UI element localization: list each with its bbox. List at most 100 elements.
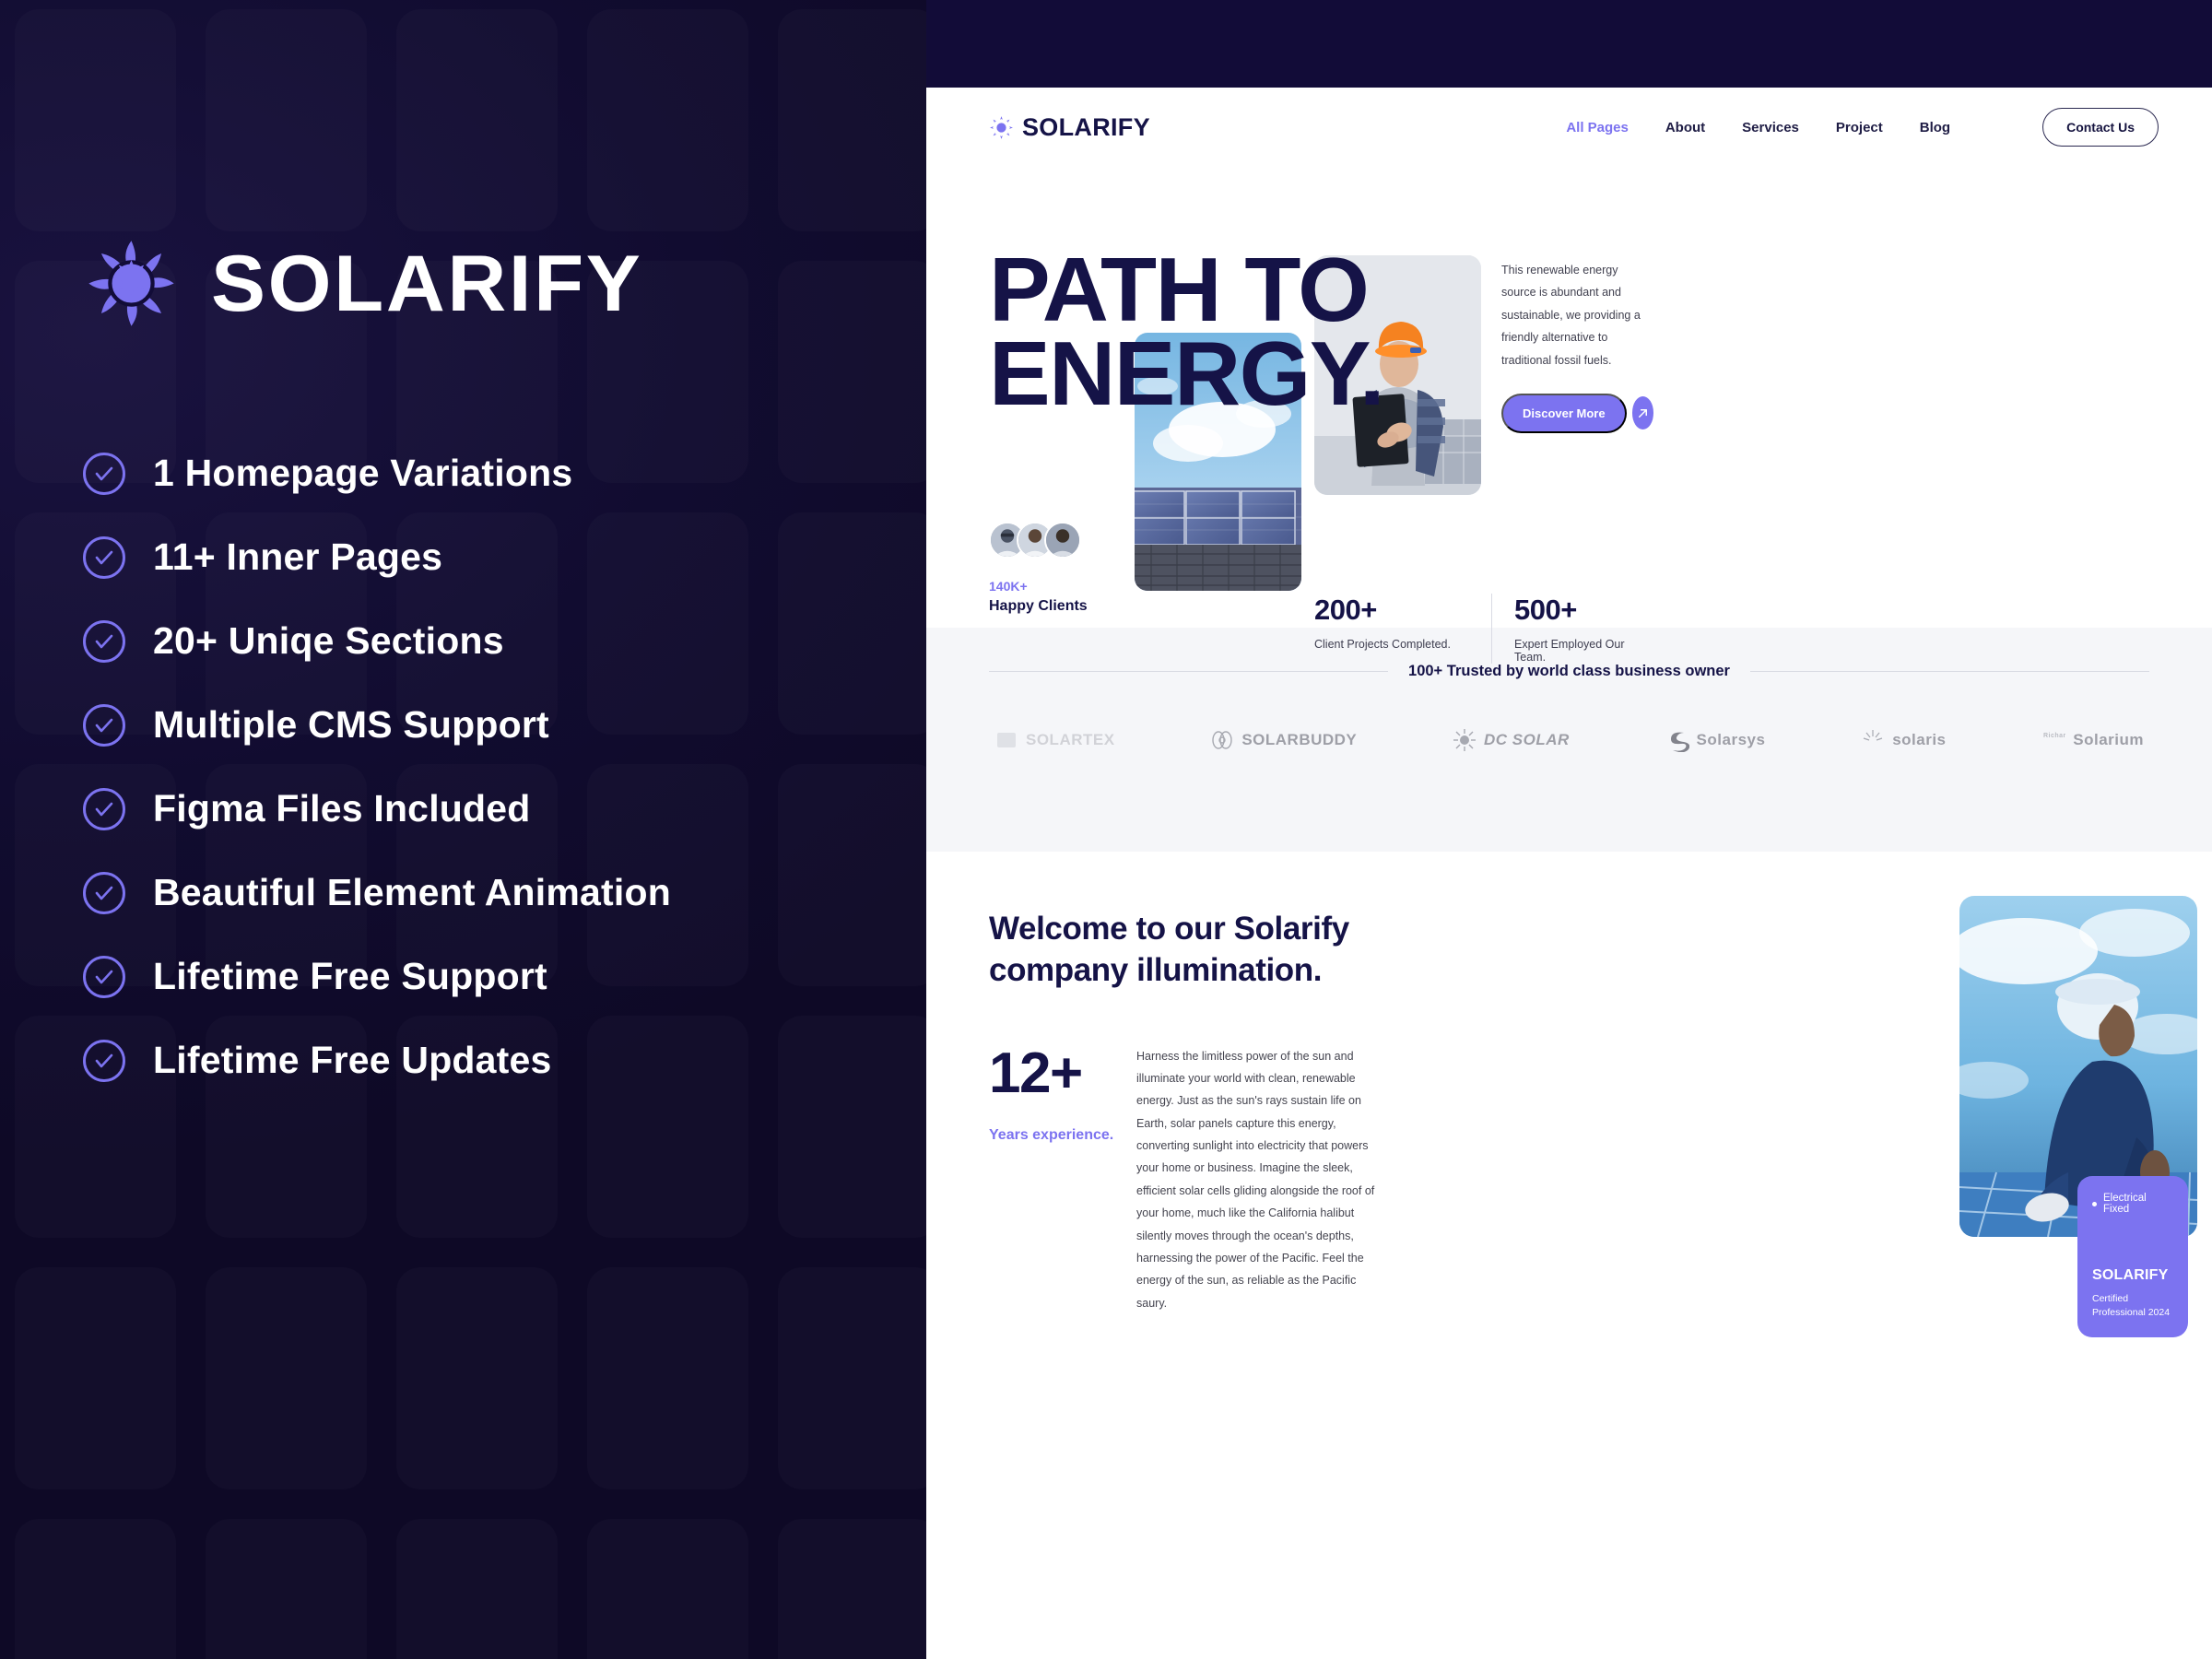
- stat-value: 200+: [1314, 594, 1377, 626]
- feature-item: Lifetime Free Updates: [83, 1018, 926, 1102]
- feature-label: Lifetime Free Support: [153, 955, 547, 997]
- client-logo: solaris: [1861, 728, 1946, 752]
- brand-mark-icon: [1861, 728, 1885, 752]
- hero-footer-row: 140K+ Happy Clients 200+ Client Projects …: [989, 522, 2159, 664]
- badge-tag-row: Electrical Fixed: [2092, 1193, 2173, 1215]
- welcome-section: Welcome to our Solarify company illumina…: [926, 852, 2212, 1337]
- feature-item: Lifetime Free Support: [83, 935, 926, 1018]
- happy-clients-block: 140K+ Happy Clients: [989, 522, 1135, 615]
- trusted-title: 100+ Trusted by world class business own…: [1408, 663, 1730, 679]
- feature-label: 11+ Inner Pages: [153, 535, 443, 578]
- client-logo-name: SOLARTEX: [1026, 731, 1115, 748]
- feature-item: Beautiful Element Animation: [83, 851, 926, 935]
- promo-panel: SOLARIFY 1 Homepage Variations 11+ Inner …: [0, 0, 926, 1659]
- stat-value: 500+: [1514, 594, 1577, 626]
- trusted-heading-row: 100+ Trusted by world class business own…: [989, 663, 2149, 680]
- grid-cell: [396, 1519, 558, 1659]
- stat-item: 200+ Client Projects Completed.: [1314, 594, 1473, 651]
- brand-mark-icon: [1210, 728, 1234, 752]
- client-logo-row: SOLARTEX SOLARBUDDY DC SOLAR Solarsys solari…: [989, 728, 2149, 753]
- clients-count: 140K+: [989, 579, 1028, 594]
- feature-item: 11+ Inner Pages: [83, 515, 926, 599]
- client-logo: SOLARBUDDY: [1210, 728, 1357, 752]
- svg-text:Richard: Richard: [2043, 733, 2065, 739]
- feature-list: 1 Homepage Variations 11+ Inner Pages 20+ …: [83, 431, 926, 1102]
- client-avatars: [989, 522, 1135, 559]
- check-circle-icon: [83, 703, 125, 747]
- promo-brand: SOLARIFY: [83, 235, 926, 332]
- hero-section: PATH TO ENERGY. This renewable energy so…: [926, 167, 2212, 664]
- check-circle-icon: [83, 1039, 125, 1082]
- avatar: [1044, 522, 1081, 559]
- contact-us-button[interactable]: Contact Us: [2042, 108, 2159, 147]
- feature-item: 20+ Uniqe Sections: [83, 599, 926, 683]
- grid-cell: [778, 1267, 926, 1489]
- client-logo: Richard Solarium: [2041, 728, 2144, 752]
- stat-item: 500+ Expert Employed Our Team.: [1491, 594, 1650, 664]
- website-mockup: SOLARIFY All Pages About Services Project Bl…: [926, 88, 2212, 1659]
- stat-caption: Expert Employed Our Team.: [1514, 638, 1625, 664]
- check-circle-icon: [83, 619, 125, 663]
- site-header: SOLARIFY All Pages About Services Project Bl…: [926, 88, 2212, 167]
- site-logo-text: SOLARIFY: [1022, 112, 1150, 141]
- grid-cell: [15, 1267, 176, 1489]
- feature-item: 1 Homepage Variations: [83, 431, 926, 515]
- feature-label: Lifetime Free Updates: [153, 1039, 552, 1081]
- site-logo[interactable]: SOLARIFY: [989, 113, 1150, 142]
- badge-brand: SOLARIFY: [2092, 1266, 2169, 1283]
- grid-cell: [206, 1519, 367, 1659]
- divider: [1749, 671, 2149, 672]
- divider: [989, 671, 1389, 672]
- nav-link-services[interactable]: Services: [1742, 120, 1799, 135]
- sun-icon: [83, 235, 180, 332]
- client-logo-name: Solarium: [2073, 731, 2144, 748]
- brand-mark-icon: Richard: [2041, 728, 2070, 752]
- brand-mark-icon: [1665, 728, 1689, 753]
- nav-link-blog[interactable]: Blog: [1920, 120, 1950, 135]
- feature-label: 20+ Uniqe Sections: [153, 619, 504, 662]
- badge-subtitle: Certified Professional 2024: [2092, 1292, 2171, 1319]
- feature-label: Figma Files Included: [153, 787, 531, 830]
- nav-link-about[interactable]: About: [1665, 120, 1705, 135]
- check-circle-icon: [83, 871, 125, 914]
- main-nav: All Pages About Services Project Blog: [1566, 120, 1950, 135]
- experience-number: 12+: [989, 1041, 1083, 1105]
- client-logo-name: solaris: [1892, 731, 1947, 748]
- stat-caption: Client Projects Completed.: [1314, 638, 1451, 651]
- arrow-up-right-icon[interactable]: [1631, 396, 1653, 430]
- hero-actions: Discover More: [1501, 393, 1653, 433]
- nav-link-all-pages[interactable]: All Pages: [1566, 120, 1629, 135]
- bullet-dot-icon: [2092, 1201, 2097, 1206]
- client-logo-name: Solarsys: [1696, 731, 1766, 748]
- brand-mark-icon: [994, 728, 1018, 752]
- feature-item: Multiple CMS Support: [83, 683, 926, 767]
- promo-brand-name: SOLARIFY: [211, 239, 643, 328]
- certification-badge-card: Electrical Fixed SOLARIFY Certified Prof…: [2077, 1176, 2188, 1337]
- welcome-text: Harness the limitless power of the sun a…: [1136, 1045, 1385, 1315]
- hero-stats: 200+ Client Projects Completed. 500+ Expert…: [1314, 522, 1650, 664]
- clients-label: Happy Clients: [989, 598, 1088, 614]
- experience-label: Years experience.: [989, 1126, 1114, 1143]
- check-circle-icon: [83, 452, 125, 495]
- brand-mark-icon: [1453, 728, 1477, 752]
- grid-cell: [396, 1267, 558, 1489]
- discover-more-button[interactable]: Discover More: [1501, 393, 1627, 433]
- hero-title-line-2: ENERGY.: [989, 323, 1385, 425]
- screenshot-root: SOLARIFY 1 Homepage Variations 11+ Inner …: [0, 0, 2212, 1659]
- feature-item: Figma Files Included: [83, 767, 926, 851]
- experience-block: 12+ Years experience.: [989, 1041, 1127, 1315]
- client-logo: DC SOLAR: [1453, 728, 1570, 752]
- check-circle-icon: [83, 955, 125, 998]
- hero-title: PATH TO ENERGY.: [989, 244, 1385, 418]
- nav-link-project[interactable]: Project: [1836, 120, 1883, 135]
- grid-cell: [778, 1519, 926, 1659]
- grid-cell: [587, 1519, 748, 1659]
- hero-paragraph: This renewable energy source is abundant…: [1501, 264, 1641, 367]
- client-logo: SOLARTEX: [994, 728, 1115, 752]
- feature-label: Beautiful Element Animation: [153, 871, 671, 913]
- grid-cell: [587, 1267, 748, 1489]
- welcome-paragraph: Harness the limitless power of the sun a…: [1136, 1049, 1375, 1310]
- sun-icon: [989, 115, 1014, 140]
- client-logo-name: SOLARBUDDY: [1241, 731, 1358, 748]
- check-circle-icon: [83, 787, 125, 830]
